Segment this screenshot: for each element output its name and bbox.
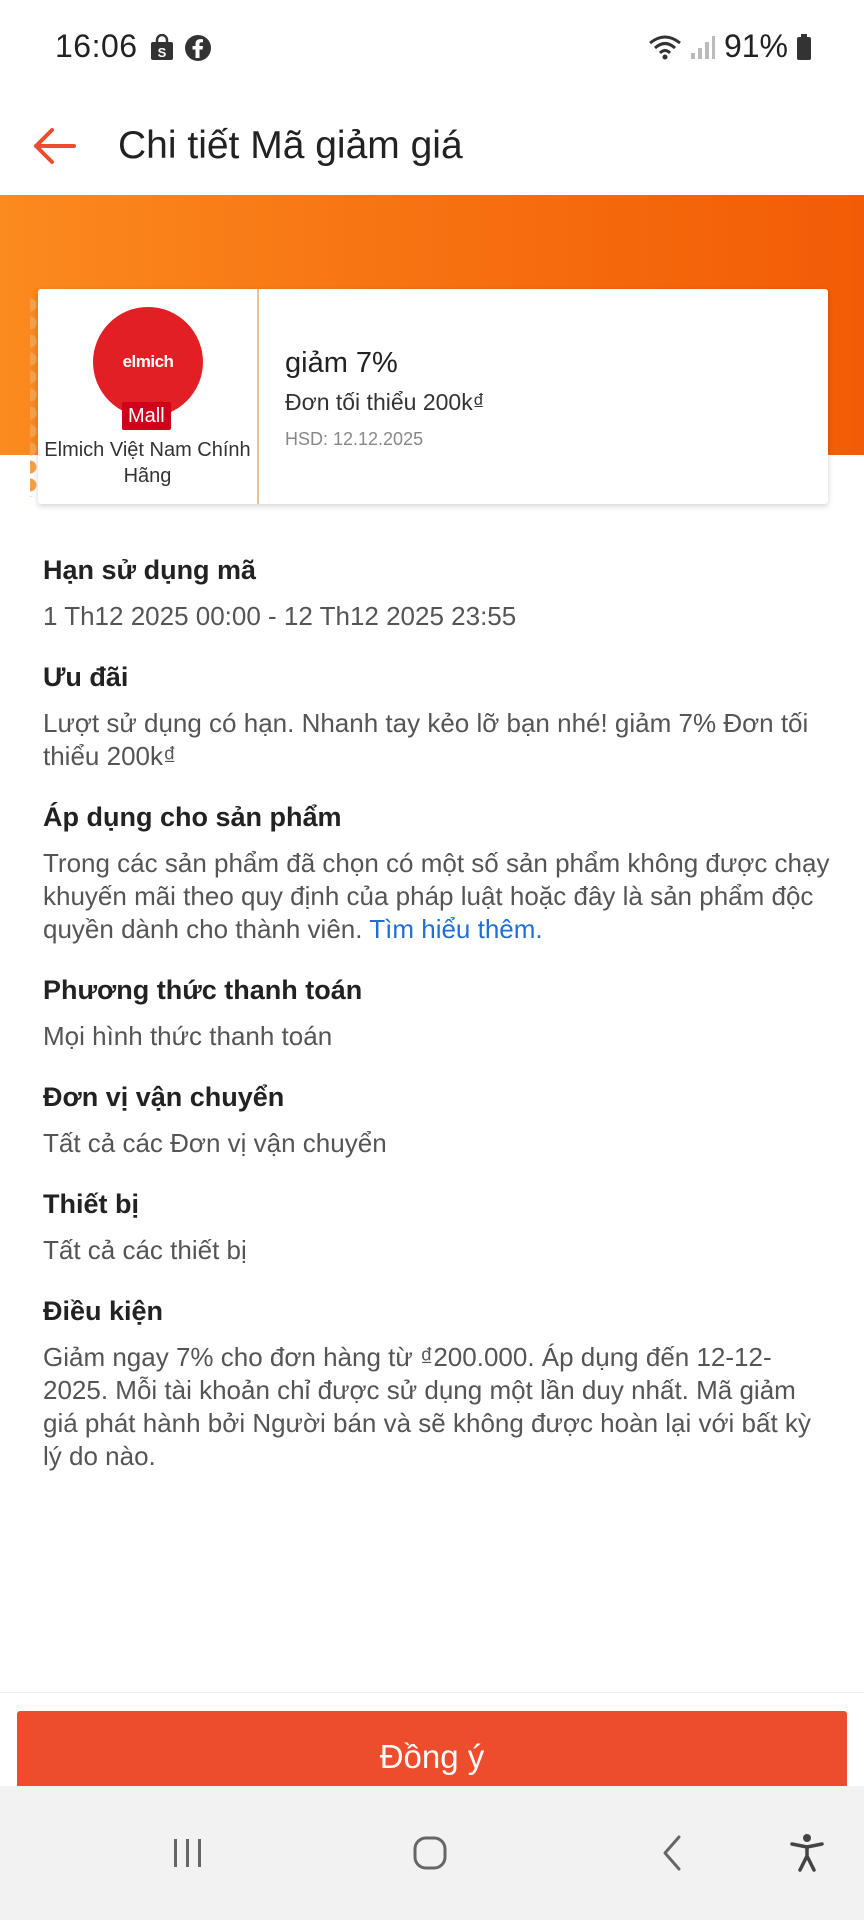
battery-icon: [797, 33, 811, 60]
shop-name: Elmich Việt Nam Chính Hãng: [44, 439, 251, 487]
voucher-details: Hạn sử dụng mã 1 Th12 2025 00:00 - 12 Th…: [43, 550, 833, 1497]
back-nav-button[interactable]: [637, 1818, 707, 1888]
wifi-icon: [649, 35, 681, 59]
mall-badge: Mall: [122, 402, 171, 430]
status-time: 16:06: [55, 28, 138, 64]
voucher-expiry: HSD: 12.12.2025: [285, 429, 424, 449]
section-body: Lượt sử dụng có hạn. Nhanh tay kẻo lỡ bạ…: [43, 708, 809, 771]
voucher-card: elmich Mall Elmich Việt Nam Chính Hãng g…: [30, 289, 828, 504]
svg-text:S: S: [158, 45, 167, 60]
page-title: Chi tiết Mã giảm giá: [118, 124, 463, 167]
voucher-minimum-order: Đơn tối thiểu 200k₫: [285, 389, 485, 415]
status-right: 91%: [648, 28, 812, 65]
section-conditions: Điều kiện Giảm ngay 7% cho đơn hàng từ ₫…: [43, 1291, 833, 1473]
recent-apps-icon: [174, 1839, 201, 1867]
section-heading: Đơn vị vận chuyển: [43, 1082, 285, 1112]
accessibility-button[interactable]: [772, 1818, 842, 1888]
shopee-bag-icon: S: [151, 34, 173, 60]
app-header: Chi tiết Mã giảm giá: [0, 96, 864, 196]
section-body: Tất cả các thiết bị: [43, 1235, 247, 1265]
arrow-left-icon: [34, 128, 76, 164]
section-payment-method: Phương thức thanh toán Mọi hình thức tha…: [43, 970, 833, 1053]
section-device: Thiết bị Tất cả các thiết bị: [43, 1184, 833, 1267]
battery-percent: 91%: [723, 28, 788, 64]
section-heading: Hạn sử dụng mã: [43, 555, 257, 585]
voucher-shop-section: elmich Mall Elmich Việt Nam Chính Hãng: [30, 289, 259, 504]
home-button[interactable]: [395, 1818, 465, 1888]
section-heading: Áp dụng cho sản phẩm: [43, 802, 342, 832]
home-icon: [413, 1836, 447, 1870]
section-heading: Thiết bị: [43, 1189, 139, 1219]
section-body: Giảm ngay 7% cho đơn hàng từ ₫200.000. Á…: [43, 1342, 811, 1471]
voucher-info: giảm 7% Đơn tối thiểu 200k₫ HSD: 12.12.2…: [285, 289, 805, 504]
shop-logo-text: elmich: [122, 352, 174, 371]
recent-apps-button[interactable]: [153, 1818, 223, 1888]
back-button[interactable]: [22, 114, 86, 178]
section-heading: Phương thức thanh toán: [43, 975, 363, 1005]
section-shipping-carrier: Đơn vị vận chuyển Tất cả các Đơn vị vận …: [43, 1077, 833, 1160]
status-bar: 16:06 S 91%: [0, 0, 864, 96]
signal-icon: [690, 35, 715, 59]
section-body: Trong các sản phẩm đã chọn có một số sản…: [43, 847, 833, 946]
action-bar: Đồng ý: [0, 1692, 864, 1803]
voucher-discount: giảm 7%: [285, 347, 398, 379]
system-nav-bar: [0, 1786, 864, 1920]
learn-more-link[interactable]: Tìm hiểu thêm.: [369, 914, 542, 944]
shop-logo: elmich: [93, 307, 203, 417]
section-body: Tất cả các Đơn vị vận chuyển: [43, 1128, 387, 1158]
section-validity: Hạn sử dụng mã 1 Th12 2025 00:00 - 12 Th…: [43, 550, 833, 633]
facebook-icon: [185, 35, 211, 61]
back-nav-icon: [663, 1835, 681, 1871]
section-body: 1 Th12 2025 00:00 - 12 Th12 2025 23:55: [43, 601, 517, 631]
section-offer: Ưu đãi Lượt sử dụng có hạn. Nhanh tay kẻ…: [43, 657, 833, 773]
section-heading: Ưu đãi: [43, 662, 129, 692]
section-body: Mọi hình thức thanh toán: [43, 1021, 333, 1051]
accessibility-icon: [790, 1834, 824, 1872]
section-heading: Điều kiện: [43, 1296, 164, 1326]
section-applicable-products: Áp dụng cho sản phẩm Trong các sản phẩm …: [43, 797, 833, 946]
